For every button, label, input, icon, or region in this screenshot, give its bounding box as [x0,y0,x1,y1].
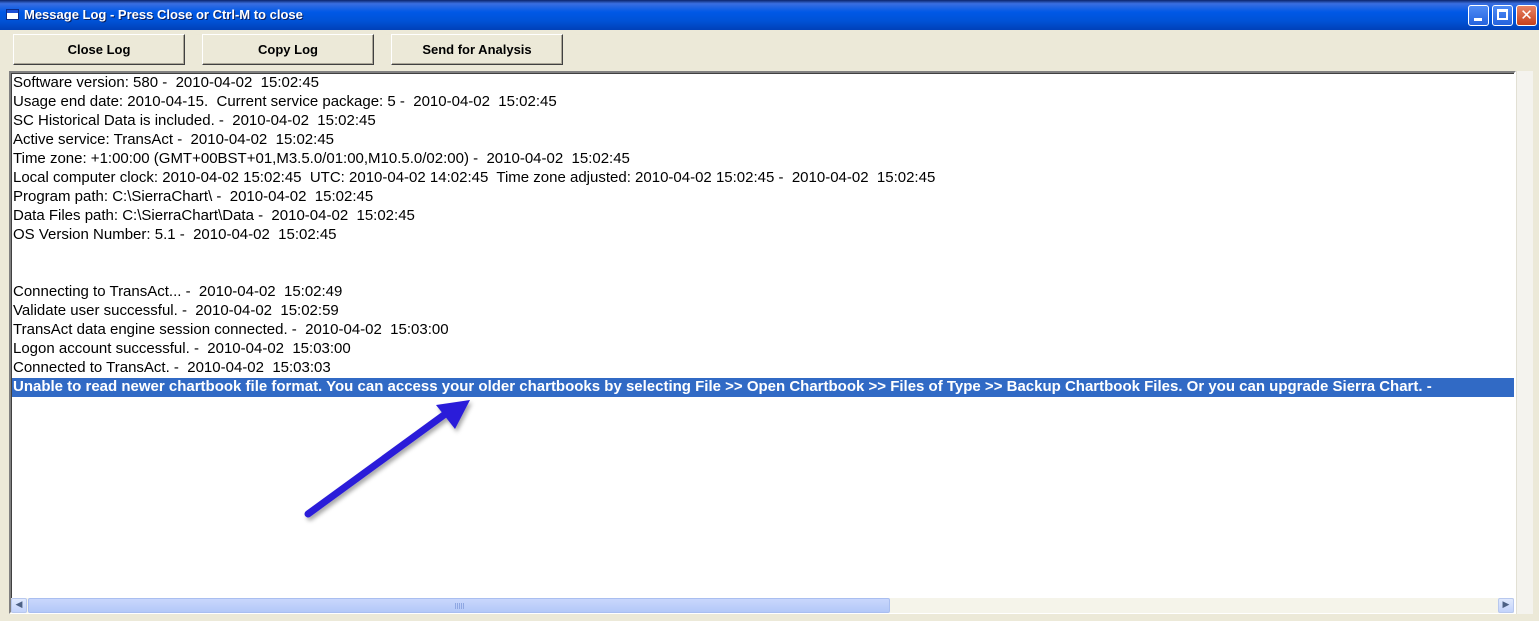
title-bar[interactable]: Message Log - Press Close or Ctrl-M to c… [0,0,1539,30]
log-line[interactable]: OS Version Number: 5.1 - 2010-04-02 15:0… [12,226,1514,245]
log-line[interactable]: Program path: C:\SierraChart\ - 2010-04-… [12,188,1514,207]
window-title: Message Log - Press Close or Ctrl-M to c… [24,7,303,22]
log-line[interactable]: TransAct data engine session connected. … [12,321,1514,340]
maximize-button[interactable] [1492,5,1513,26]
close-log-button[interactable]: Close Log [13,34,185,65]
log-line[interactable]: Validate user successful. - 2010-04-02 1… [12,302,1514,321]
log-line[interactable]: Connected to TransAct. - 2010-04-02 15:0… [12,359,1514,378]
log-line[interactable]: Usage end date: 2010-04-15. Current serv… [12,93,1514,112]
close-icon: ✕ [1520,6,1533,24]
scroll-right-icon[interactable]: ▶ [1498,598,1514,613]
log-line[interactable]: Software version: 580 - 2010-04-02 15:02… [12,74,1514,93]
vertical-scrollbar[interactable] [1516,71,1533,614]
window-icon [6,9,19,20]
log-line[interactable]: SC Historical Data is included. - 2010-0… [12,112,1514,131]
log-line[interactable]: Time zone: +1:00:00 (GMT+00BST+01,M3.5.0… [12,150,1514,169]
send-for-analysis-button[interactable]: Send for Analysis [391,34,563,65]
log-line[interactable]: Active service: TransAct - 2010-04-02 15… [12,131,1514,150]
grip-icon [455,603,465,609]
log-line[interactable]: Local computer clock: 2010-04-02 15:02:4… [12,169,1514,188]
selected-log-line[interactable]: Unable to read newer chartbook file form… [12,378,1514,397]
log-line[interactable]: Logon account successful. - 2010-04-02 1… [12,340,1514,359]
horizontal-scrollbar[interactable]: ◀ ▶ [11,598,1514,613]
scrollbar-thumb[interactable] [28,598,890,613]
maximize-icon [1497,9,1508,20]
log-line[interactable]: Data Files path: C:\SierraChart\Data - 2… [12,207,1514,226]
minimize-button[interactable] [1468,5,1489,26]
log-lines: Software version: 580 - 2010-04-02 15:02… [12,74,1514,397]
scroll-left-icon[interactable]: ◀ [11,598,27,613]
minimize-icon [1474,18,1482,21]
log-line[interactable] [12,264,1514,283]
log-line[interactable]: Connecting to TransAct... - 2010-04-02 1… [12,283,1514,302]
message-log-list[interactable]: Software version: 580 - 2010-04-02 15:02… [9,71,1516,614]
copy-log-button[interactable]: Copy Log [202,34,374,65]
close-window-button[interactable]: ✕ [1516,5,1537,26]
log-line[interactable] [12,245,1514,264]
